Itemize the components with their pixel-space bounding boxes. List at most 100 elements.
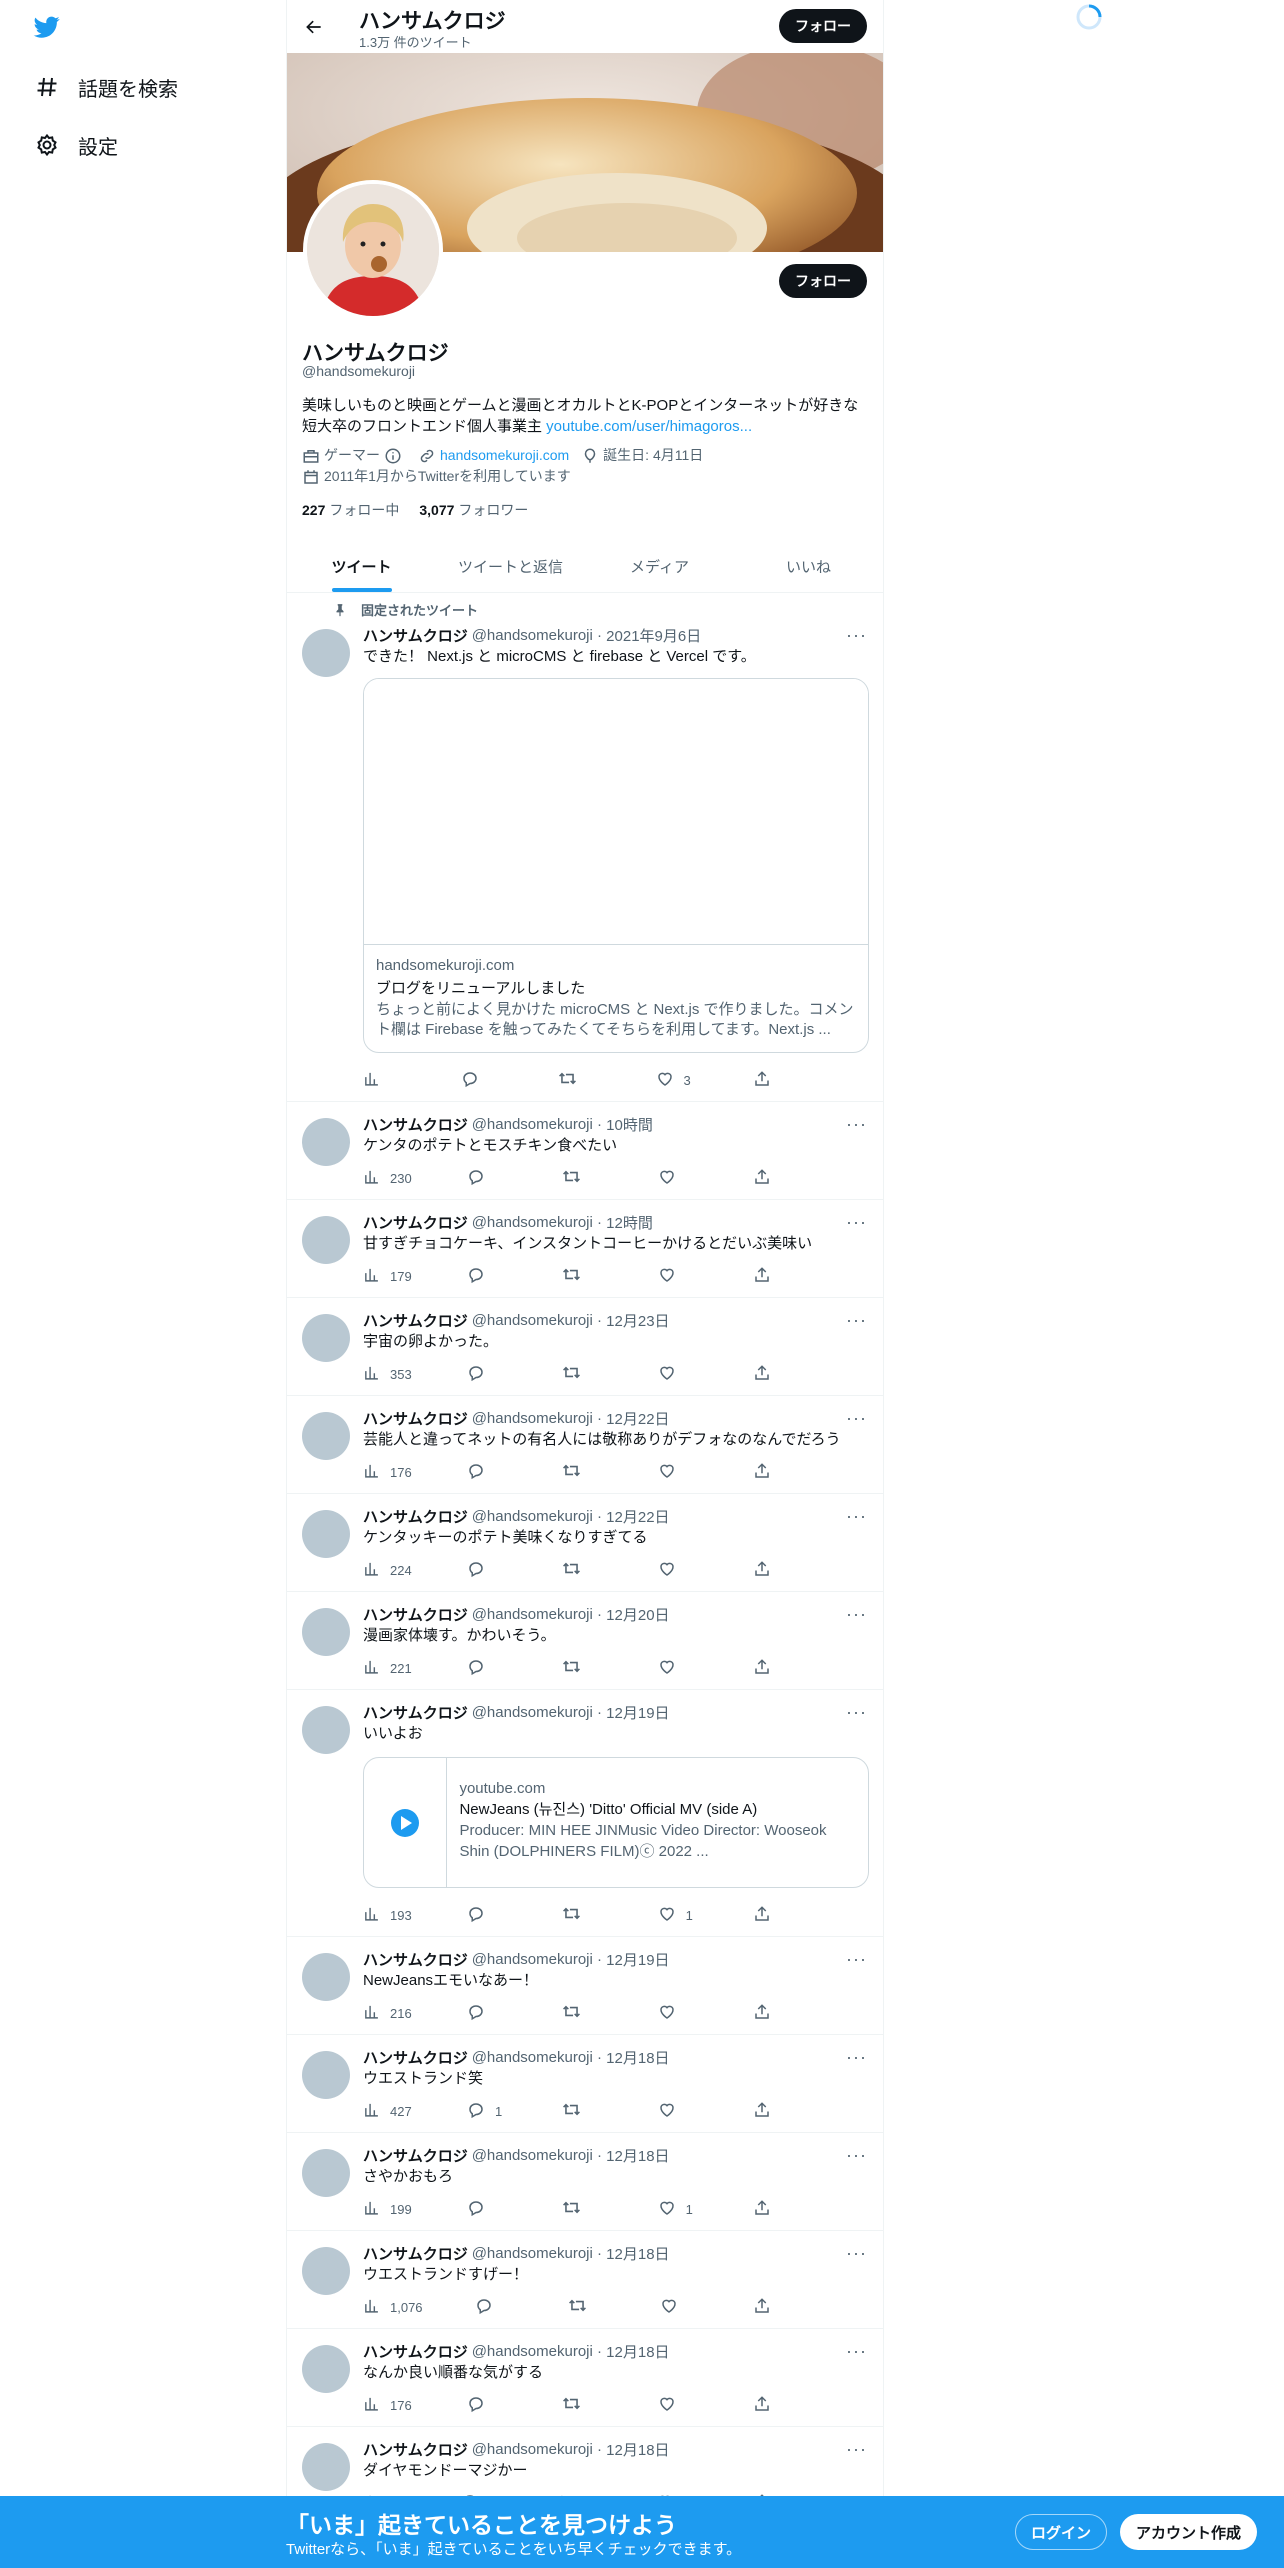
reply-button[interactable] [467, 1658, 507, 1679]
tweet-author-handle[interactable]: @handsomekuroji [472, 2147, 593, 2164]
reply-button[interactable] [467, 1560, 507, 1581]
tweet-author-name[interactable]: ハンサムクロジ [363, 2439, 468, 2460]
following-link[interactable]: 227 フォロー中 [302, 500, 399, 520]
more-icon[interactable]: ··· [846, 1949, 867, 1970]
views-button[interactable]: 176 [363, 1462, 412, 1482]
twitter-logo-icon[interactable] [32, 14, 66, 44]
tab-tweets[interactable]: ツイート [287, 540, 436, 592]
more-icon[interactable]: ··· [846, 2341, 867, 2362]
reply-button[interactable] [467, 2003, 507, 2024]
views-button[interactable]: 193 [363, 1905, 412, 1925]
reply-button[interactable] [467, 2199, 507, 2220]
tweet[interactable]: ハンサムクロジ @handsomekuroji · 12月18日 ··· なんか良い順… [287, 2329, 883, 2427]
like-button[interactable] [658, 1462, 698, 1483]
tweet-author-name[interactable]: ハンサムクロジ [363, 1114, 468, 1135]
profile-follow-button[interactable]: フォロー [779, 264, 867, 298]
tweet-author-handle[interactable]: @handsomekuroji [472, 2343, 593, 2360]
reply-button[interactable] [461, 1070, 501, 1091]
tweet-author-handle[interactable]: @handsomekuroji [472, 1214, 593, 1231]
tweet-time[interactable]: 12月22日 [606, 1506, 669, 1527]
tweet-author-name[interactable]: ハンサムクロジ [363, 1212, 468, 1233]
views-button[interactable]: 179 [363, 1266, 412, 1286]
reply-button[interactable] [467, 1266, 507, 1287]
tweet-author-name[interactable]: ハンサムクロジ [363, 1310, 468, 1331]
tweet-time[interactable]: 12月19日 [606, 1949, 669, 1970]
tweet-author-handle[interactable]: @handsomekuroji [472, 1116, 593, 1133]
tweet-time[interactable]: 12月18日 [606, 2439, 669, 2460]
more-icon[interactable]: ··· [846, 1408, 867, 1429]
tweet[interactable]: ハンサムクロジ @handsomekuroji · 12月22日 ··· ケンタッキー… [287, 1494, 883, 1592]
more-icon[interactable]: ··· [846, 1114, 867, 1135]
reply-button[interactable] [467, 1905, 507, 1926]
avatar[interactable] [302, 1510, 350, 1558]
tweet-time[interactable]: 12月18日 [606, 2243, 669, 2264]
tweet-author-name[interactable]: ハンサムクロジ [363, 2341, 468, 2362]
tweet-author-name[interactable]: ハンサムクロジ [363, 2047, 468, 2068]
tweet-author-handle[interactable]: @handsomekuroji [472, 2441, 593, 2458]
tweet-author-handle[interactable]: @handsomekuroji [472, 1410, 593, 1427]
back-button[interactable] [297, 10, 331, 44]
avatar[interactable] [302, 2247, 350, 2295]
avatar[interactable] [302, 1118, 350, 1166]
tweet-time[interactable]: 12月18日 [606, 2341, 669, 2362]
tweet[interactable]: ハンサムクロジ @handsomekuroji · 12月18日 ··· ウエストラン… [287, 2231, 883, 2329]
website-link[interactable]: handsomekuroji.com [440, 445, 569, 466]
retweet-button[interactable] [562, 2100, 602, 2122]
more-icon[interactable]: ··· [846, 1604, 867, 1625]
avatar[interactable] [302, 1216, 350, 1264]
profile-avatar[interactable] [303, 180, 443, 320]
like-button[interactable] [658, 2395, 698, 2416]
share-button[interactable] [753, 2101, 793, 2122]
tweet-time[interactable]: 12月20日 [606, 1604, 669, 1625]
tweet[interactable]: ハンサムクロジ @handsomekuroji · 12月18日 ··· ウエストラン… [287, 2035, 883, 2133]
like-button[interactable] [658, 1658, 698, 1679]
tweet-author-name[interactable]: ハンサムクロジ [363, 1604, 468, 1625]
more-icon[interactable]: ··· [846, 2243, 867, 2264]
tweet[interactable]: ハンサムクロジ @handsomekuroji · 12月19日 ··· NewJea… [287, 1937, 883, 2035]
tweet[interactable]: ハンサムクロジ @handsomekuroji · 12月23日 ··· 宇宙の卵よか… [287, 1298, 883, 1396]
avatar[interactable] [302, 1706, 350, 1754]
signup-button[interactable]: アカウント作成 [1120, 2514, 1258, 2550]
tweet-time[interactable]: 12時間 [606, 1212, 653, 1233]
video-card[interactable]: youtube.com NewJeans (뉴진스) 'Ditto' Offici… [363, 1757, 869, 1888]
retweet-button[interactable] [568, 2296, 608, 2318]
avatar[interactable] [302, 2345, 350, 2393]
share-button[interactable] [753, 1560, 793, 1581]
more-icon[interactable]: ··· [846, 1506, 867, 1527]
tweet-time[interactable]: 10時間 [606, 1114, 653, 1135]
tweet-author-handle[interactable]: @handsomekuroji [472, 1704, 593, 1721]
avatar[interactable] [302, 2443, 350, 2491]
reply-button[interactable] [467, 2395, 507, 2416]
tweet[interactable]: ハンサムクロジ @handsomekuroji · 12時間 ··· 甘すぎチョコケー… [287, 1200, 883, 1298]
tweet-author-name[interactable]: ハンサムクロジ [363, 1702, 468, 1723]
share-button[interactable] [753, 1658, 793, 1679]
avatar[interactable] [302, 1608, 350, 1656]
avatar[interactable] [302, 1412, 350, 1460]
views-button[interactable]: 216 [363, 2003, 412, 2023]
tweet-author-handle[interactable]: @handsomekuroji [472, 1508, 593, 1525]
share-button[interactable] [753, 2297, 793, 2318]
tweet-author-name[interactable]: ハンサムクロジ [363, 1949, 468, 1970]
tweet-time[interactable]: 12月19日 [606, 1702, 669, 1723]
retweet-button[interactable] [562, 2198, 602, 2220]
tweet-author-handle[interactable]: @handsomekuroji [472, 2049, 593, 2066]
more-icon[interactable]: ··· [846, 2047, 867, 2068]
share-button[interactable] [753, 2003, 793, 2024]
views-button[interactable]: 221 [363, 1658, 412, 1678]
retweet-button[interactable] [558, 1069, 598, 1091]
followers-link[interactable]: 3,077 フォロワー [419, 500, 528, 520]
header-follow-button[interactable]: フォロー [779, 9, 867, 43]
reply-button[interactable] [467, 1168, 507, 1189]
like-button[interactable]: 3 [656, 1070, 696, 1091]
tab-media[interactable]: メディア [585, 540, 734, 592]
views-button[interactable] [363, 1070, 403, 1090]
retweet-button[interactable] [562, 1265, 602, 1287]
like-button[interactable] [658, 1266, 698, 1287]
share-button[interactable] [753, 2199, 793, 2220]
tweet-author-handle[interactable]: @handsomekuroji [472, 1951, 593, 1968]
more-icon[interactable]: ··· [846, 1310, 867, 1331]
retweet-button[interactable] [562, 1657, 602, 1679]
more-icon[interactable]: ··· [846, 2439, 867, 2460]
share-button[interactable] [753, 2395, 793, 2416]
tweet-author-handle[interactable]: @handsomekuroji [472, 2245, 593, 2262]
